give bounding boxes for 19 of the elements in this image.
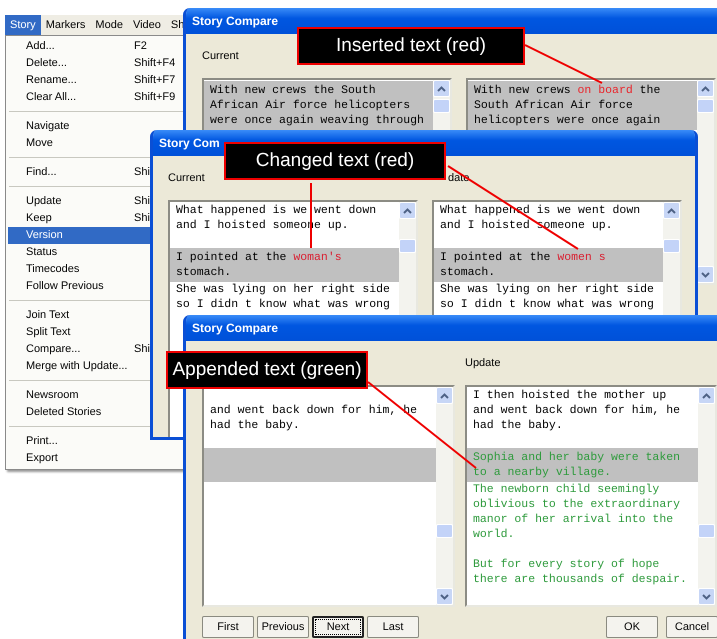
pane-label: Update bbox=[465, 357, 500, 369]
window-title: Story Compare bbox=[192, 321, 278, 335]
callout-label: Inserted text (red) bbox=[297, 27, 525, 65]
appended-paragraph: But for every story of hope there are thousands of despair. bbox=[472, 557, 688, 587]
window-title: Story Compare bbox=[192, 14, 278, 28]
text-paragraph: I then hoisted the mother up and went back down for him, he had the baby. bbox=[472, 388, 682, 433]
highlighted-paragraph: With new crews the South African Air force helicopters were once again weaving through bbox=[204, 81, 433, 130]
appended-paragraph: The newborn child seemingly oblivious to the extraordinary manor of her arrival into the world. bbox=[472, 482, 682, 542]
callout-label: Appended text (green) bbox=[166, 351, 368, 389]
highlighted-paragraph: With new crews on board the South African Air force helicopters were once again bbox=[468, 81, 697, 130]
appended-paragraph: Sophia and her baby were taken to a nearby village. bbox=[467, 448, 698, 482]
pane-label: Current bbox=[168, 172, 205, 184]
highlighted-paragraph: I pointed at the woman's stomach. bbox=[170, 248, 399, 282]
text-paragraph: She was lying on her right side so I didn t know what was wrong bbox=[175, 282, 391, 312]
callout-label: Changed text (red) bbox=[224, 142, 446, 180]
highlighted-paragraph: I pointed at the women s stomach. bbox=[434, 248, 663, 282]
pane-label: Current bbox=[202, 50, 239, 62]
text-paragraph: She was lying on her right side so I didn t know what was wrong bbox=[439, 282, 655, 312]
window-title: Story Com bbox=[159, 136, 220, 150]
